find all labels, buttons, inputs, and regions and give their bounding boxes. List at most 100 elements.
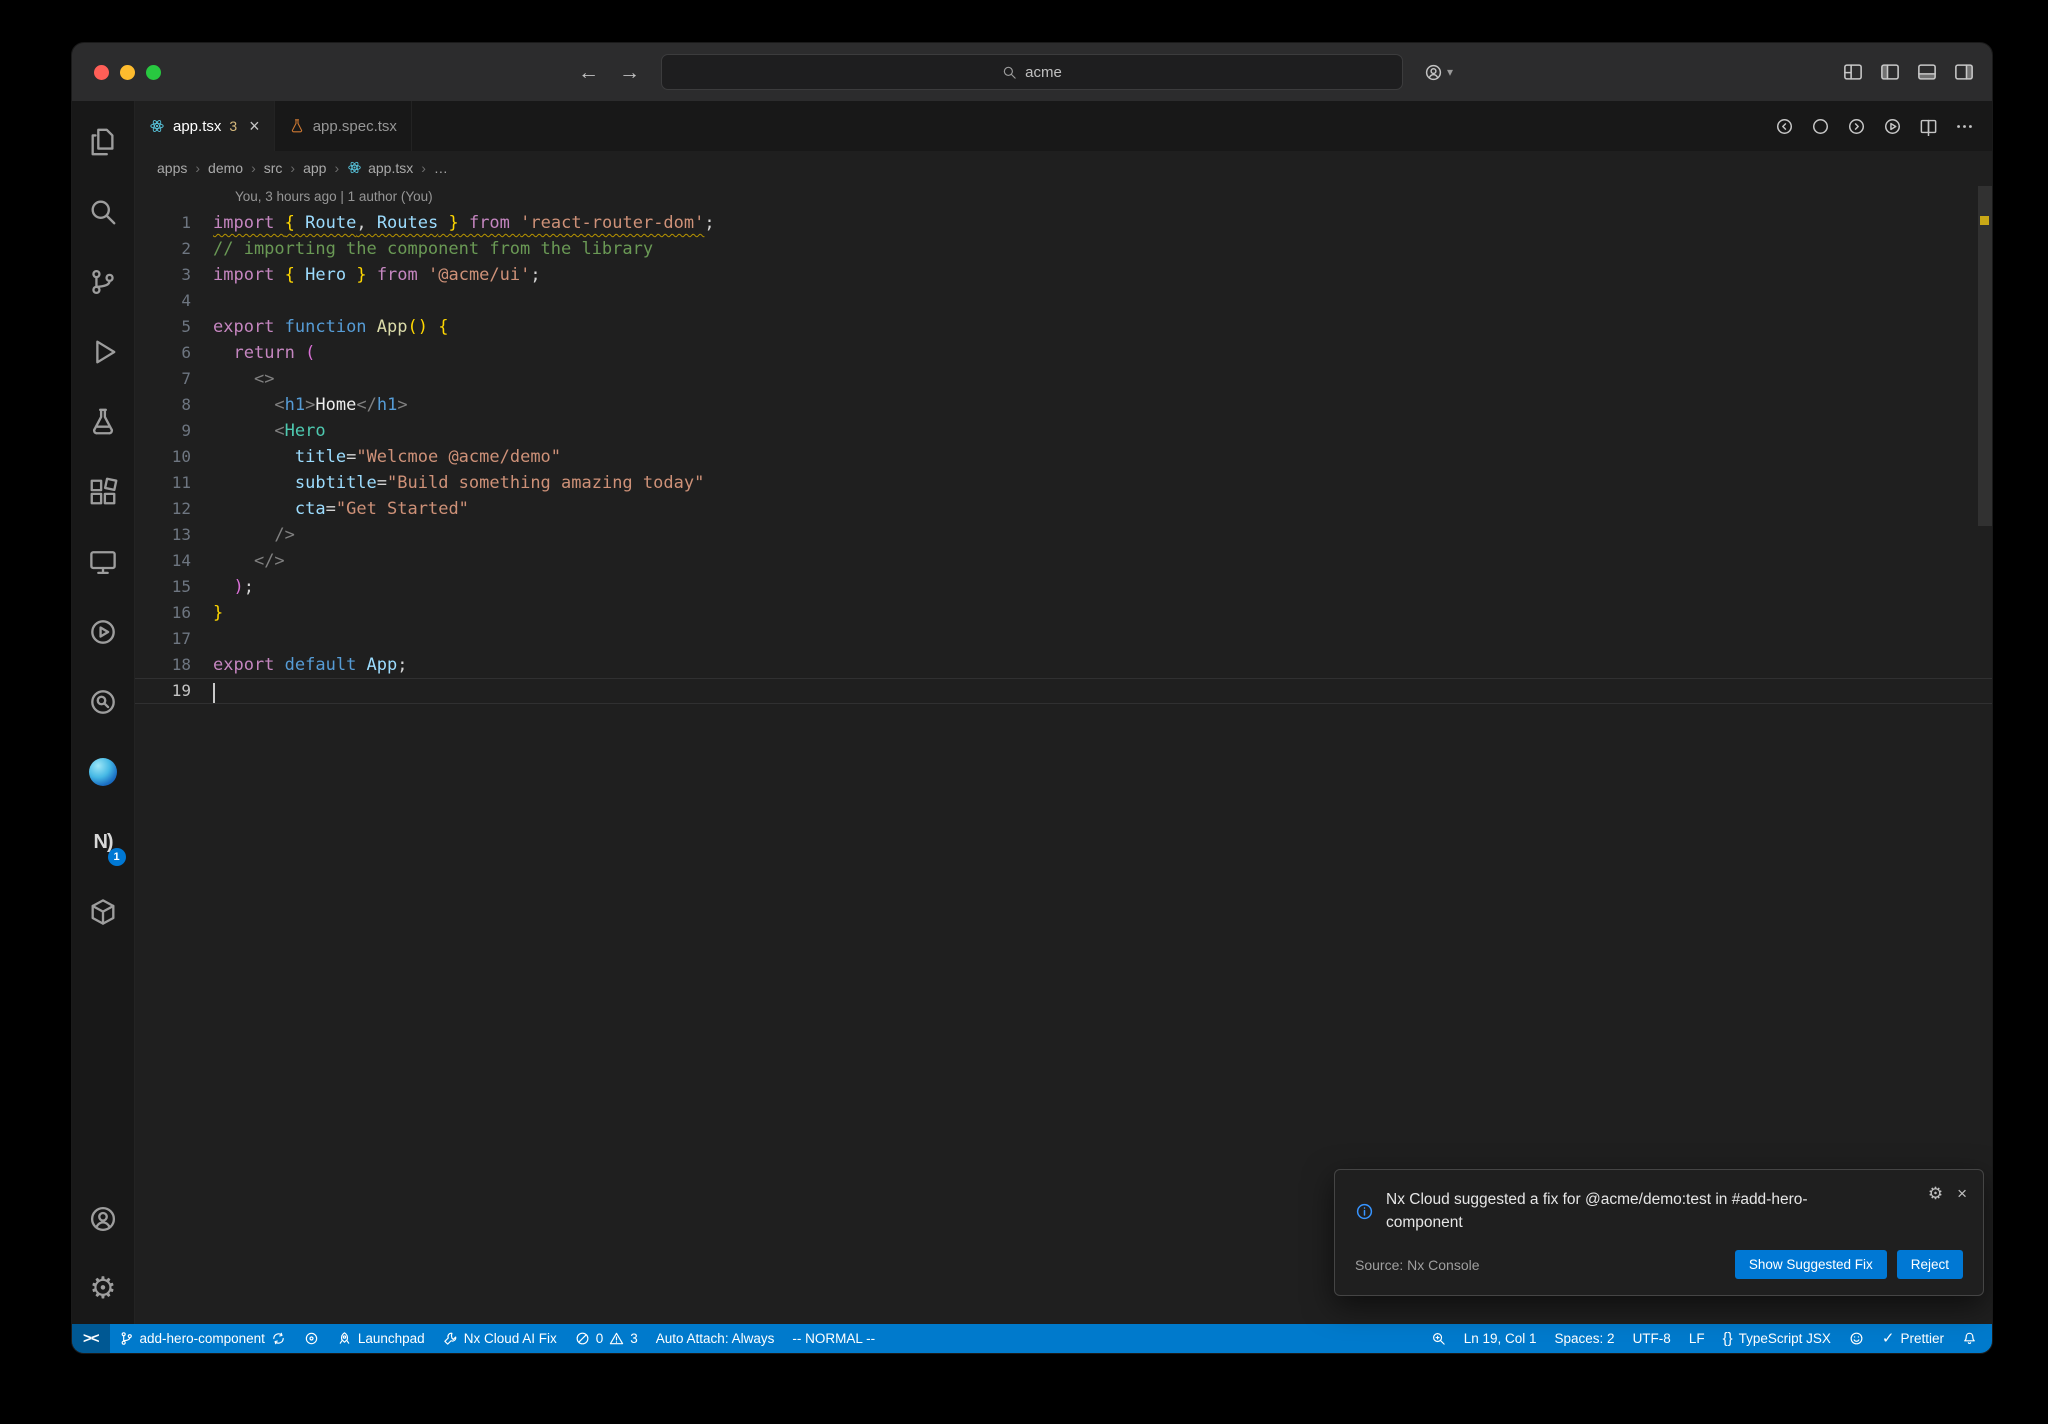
title-bar: ← → acme ▾: [72, 43, 1992, 101]
split-editor-icon[interactable]: [1919, 117, 1938, 136]
explorer-icon: [88, 127, 118, 157]
command-center[interactable]: acme: [661, 54, 1403, 90]
status-auto-attach[interactable]: Auto Attach: Always: [647, 1324, 784, 1353]
notification-settings-gear-icon[interactable]: ⚙: [1928, 1185, 1943, 1202]
code-line[interactable]: 17: [135, 626, 1992, 652]
activity-item-nx-console[interactable]: N) 1: [72, 807, 135, 877]
tabs: app.tsx 3 × app.spec.tsx: [135, 101, 412, 151]
target-icon: [304, 1331, 319, 1346]
status-label: Nx Cloud AI Fix: [463, 1331, 557, 1346]
navigate-back-icon[interactable]: ←: [578, 62, 599, 83]
codelens[interactable]: You, 3 hours ago | 1 author (You): [135, 184, 1992, 210]
code-line[interactable]: 6 return (: [135, 340, 1992, 366]
code-line[interactable]: 4: [135, 288, 1992, 314]
code-line[interactable]: 16}: [135, 600, 1992, 626]
status-formatter-prettier[interactable]: ✓ Prettier: [1873, 1324, 1953, 1353]
code-line[interactable]: 12 cta="Get Started": [135, 496, 1992, 522]
tab-app-tsx[interactable]: app.tsx 3 ×: [135, 101, 275, 151]
breadcrumb-item[interactable]: app: [303, 160, 326, 176]
scrollbar[interactable]: [1978, 186, 1992, 526]
status-problems[interactable]: 03: [566, 1324, 647, 1353]
activity-item-manage[interactable]: ⚙: [72, 1254, 135, 1324]
activity-item-code-search[interactable]: [72, 667, 135, 737]
activity-item-edge-tools[interactable]: [72, 737, 135, 807]
minimize-window-button[interactable]: [120, 64, 135, 80]
run-file-icon[interactable]: [1883, 117, 1902, 136]
code-line[interactable]: 1 import { Route, Routes } from 'react-ro…: [135, 210, 1992, 236]
status-eol[interactable]: LF: [1680, 1324, 1714, 1353]
status-encoding[interactable]: UTF-8: [1624, 1324, 1680, 1353]
show-suggested-fix-button[interactable]: Show Suggested Fix: [1734, 1250, 1887, 1279]
status-notifications-bell[interactable]: [1953, 1324, 1986, 1353]
status-cursor-position[interactable]: Ln 19, Col 1: [1455, 1324, 1546, 1353]
close-window-button[interactable]: [94, 64, 109, 80]
more-actions-icon[interactable]: [1955, 117, 1974, 136]
status-nx-cloud-ai-fix[interactable]: Nx Cloud AI Fix: [434, 1324, 566, 1353]
status-nx-target[interactable]: [295, 1324, 328, 1353]
code-line[interactable]: 18 export default App;: [135, 652, 1992, 678]
edge-tools-icon: [89, 758, 117, 786]
branch-icon: [119, 1331, 134, 1346]
status-git-branch[interactable]: add-hero-component: [110, 1324, 295, 1353]
code-line[interactable]: 13 />: [135, 522, 1992, 548]
navigate-back-icon[interactable]: [1775, 117, 1794, 136]
navigate-forward-icon[interactable]: [1847, 117, 1866, 136]
code-line[interactable]: 11 subtitle="Build something amazing tod…: [135, 470, 1992, 496]
toggle-secondary-sidebar-icon[interactable]: [1954, 62, 1974, 82]
toggle-primary-sidebar-icon[interactable]: [1880, 62, 1900, 82]
breadcrumb-item[interactable]: demo: [208, 160, 243, 176]
activity-item-explorer[interactable]: [72, 107, 135, 177]
reject-button[interactable]: Reject: [1896, 1250, 1963, 1279]
status-bar-left: >< add-hero-component Launchpad Nx Cloud AI…: [72, 1324, 884, 1353]
line-number: 12: [171, 499, 191, 518]
breadcrumb-item[interactable]: app.tsx: [347, 160, 413, 176]
status-zoom-indicator[interactable]: [1422, 1324, 1455, 1353]
code-line[interactable]: 14 </>: [135, 548, 1992, 574]
status-feedback[interactable]: [1840, 1324, 1873, 1353]
smiley-icon: [1849, 1331, 1864, 1346]
status-indentation[interactable]: Spaces: 2: [1546, 1324, 1624, 1353]
activity-item-run-and-debug[interactable]: [72, 317, 135, 387]
status-vim-mode[interactable]: -- NORMAL --: [783, 1324, 884, 1353]
breadcrumb-item[interactable]: …: [434, 160, 448, 176]
customize-layout-icon[interactable]: [1843, 62, 1863, 82]
activity-item-live-preview[interactable]: [72, 597, 135, 667]
line-number: 3: [181, 265, 191, 284]
tab-label: app.tsx: [173, 117, 222, 135]
navigate-forward-icon[interactable]: →: [619, 62, 640, 83]
code-line[interactable]: 7 <>: [135, 366, 1992, 392]
code-line[interactable]: 5 export function App() {: [135, 314, 1992, 340]
activity-item-remote-explorer[interactable]: [72, 527, 135, 597]
close-notification-icon[interactable]: ×: [1957, 1185, 1967, 1202]
breadcrumb-item[interactable]: apps: [157, 160, 187, 176]
code-line[interactable]: 2 // importing the component from the lib…: [135, 236, 1992, 262]
close-tab-icon[interactable]: ×: [249, 117, 260, 135]
code-line[interactable]: 3 import { Hero } from '@acme/ui';: [135, 262, 1992, 288]
activity-item-accounts[interactable]: [72, 1184, 135, 1254]
code-area[interactable]: You, 3 hours ago | 1 author (You) 1 impor…: [135, 184, 1992, 1324]
status-launchpad[interactable]: Launchpad: [328, 1324, 434, 1353]
code-line[interactable]: 15 );: [135, 574, 1992, 600]
activity-item-extensions[interactable]: [72, 457, 135, 527]
toggle-panel-icon[interactable]: [1917, 62, 1937, 82]
activity-item-dependencies[interactable]: [72, 877, 135, 947]
status-remote-indicator[interactable]: ><: [72, 1324, 110, 1353]
zoom-window-button[interactable]: [146, 64, 161, 80]
status-language-mode[interactable]: {} TypeScript JSX: [1714, 1324, 1840, 1353]
activity-badge: 1: [107, 848, 126, 866]
breakpoint-icon[interactable]: [1811, 117, 1830, 136]
status-label: Spaces: 2: [1554, 1331, 1615, 1346]
profile-menu[interactable]: ▾: [1424, 43, 1453, 101]
tab-app-spec-tsx[interactable]: app.spec.tsx: [274, 101, 412, 151]
activity-item-search[interactable]: [72, 177, 135, 247]
breadcrumb-item[interactable]: src: [264, 160, 283, 176]
code-line[interactable]: 9 <Hero: [135, 418, 1992, 444]
activity-item-source-control[interactable]: [72, 247, 135, 317]
code-line[interactable]: 8 <h1>Home</h1>: [135, 392, 1992, 418]
code-line[interactable]: 19: [135, 678, 1992, 704]
activity-item-testing[interactable]: [72, 387, 135, 457]
code-line-content: }: [213, 603, 224, 623]
line-number: 16: [171, 603, 191, 622]
code-line[interactable]: 10 title="Welcmoe @acme/demo": [135, 444, 1992, 470]
tab-problems-badge: 3: [229, 118, 238, 134]
